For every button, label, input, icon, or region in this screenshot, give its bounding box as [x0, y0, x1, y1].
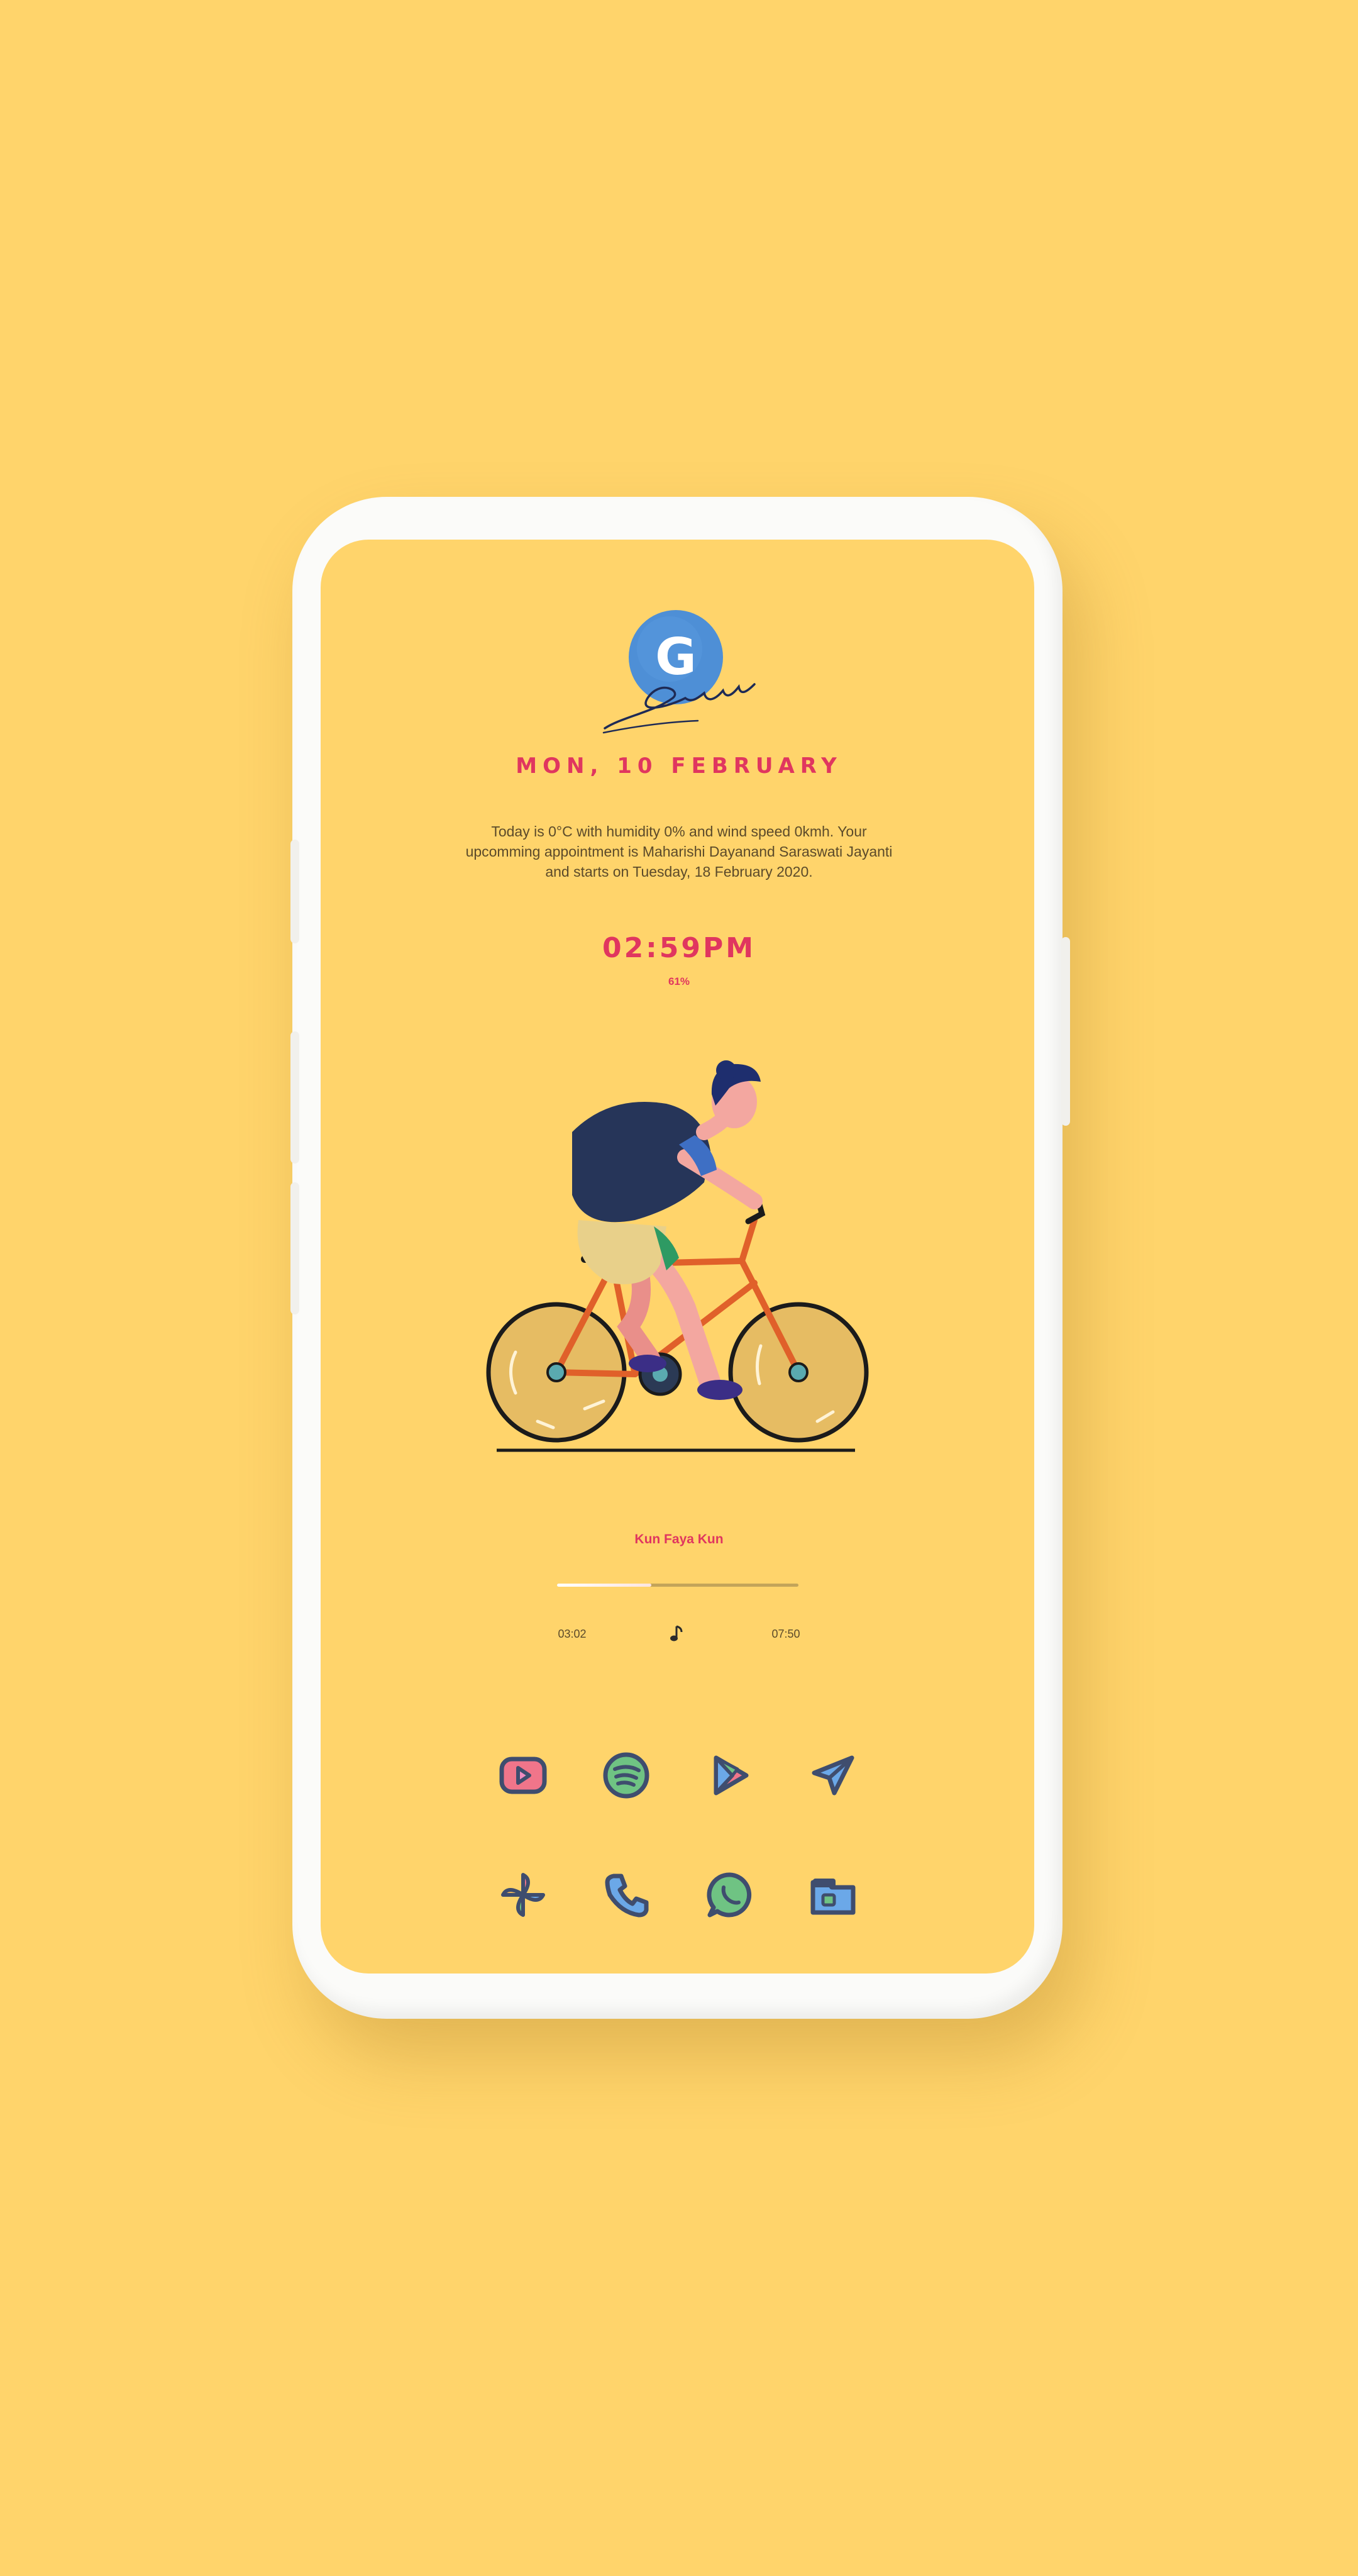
- phone-app[interactable]: [596, 1865, 656, 1925]
- youtube-app[interactable]: [493, 1745, 553, 1806]
- spotify-icon: [603, 1752, 649, 1799]
- telegram-icon: [812, 1755, 854, 1796]
- clock-time: 02:59PM: [602, 932, 756, 964]
- song-title[interactable]: Kun Faya Kun: [553, 1532, 805, 1547]
- google-search-widget[interactable]: G: [597, 604, 761, 742]
- cyclist-illustration: [478, 1057, 880, 1465]
- whatsapp-icon: [707, 1872, 752, 1918]
- pinwheel-app[interactable]: [493, 1865, 553, 1925]
- play-store-app[interactable]: [700, 1745, 760, 1806]
- music-note-icon[interactable]: [665, 1621, 690, 1646]
- pinwheel-icon: [501, 1873, 545, 1917]
- cyclist-image: [486, 1060, 869, 1452]
- date-label: MON, 10 FEBRUARY: [516, 753, 842, 779]
- folder-icon: [810, 1879, 856, 1915]
- google-search-logo-icon: G: [602, 610, 756, 734]
- phone-right-button: [1061, 937, 1070, 1126]
- music-progress-bar[interactable]: [557, 1584, 798, 1587]
- phone-left-button-1: [290, 840, 299, 943]
- spotify-app[interactable]: [596, 1745, 656, 1806]
- youtube-icon: [499, 1757, 547, 1794]
- phone-icon: [605, 1874, 649, 1918]
- music-progress-fill: [557, 1584, 651, 1587]
- whatsapp-app[interactable]: [700, 1865, 760, 1925]
- phone-left-button-3: [290, 1182, 299, 1314]
- telegram-app[interactable]: [803, 1745, 863, 1806]
- phone-left-button-2: [290, 1031, 299, 1163]
- battery-level: 61%: [668, 975, 690, 987]
- track-duration: 07:50: [771, 1628, 800, 1640]
- google-logo-letter: G: [655, 628, 697, 686]
- files-app[interactable]: [803, 1865, 863, 1925]
- elapsed-time: 03:02: [558, 1628, 587, 1640]
- play-store-icon: [714, 1755, 749, 1796]
- weather-appointment-text: Today is 0°C with humidity 0% and wind s…: [465, 823, 893, 880]
